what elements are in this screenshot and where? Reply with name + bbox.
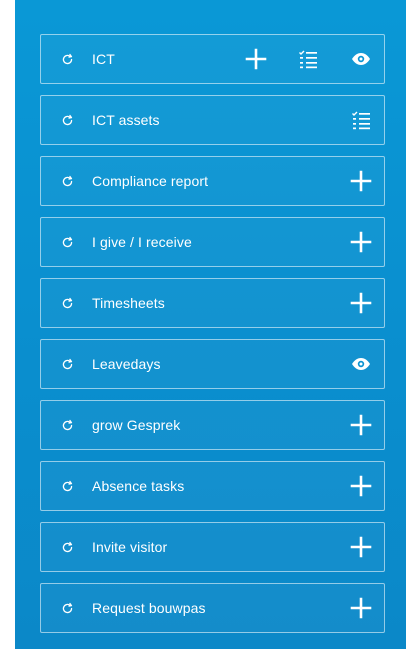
refresh-icon[interactable] (60, 357, 74, 371)
flow-tile-label: Invite visitor (92, 539, 168, 555)
refresh-icon[interactable] (60, 601, 74, 615)
flow-tile-ict[interactable]: ICT (40, 34, 385, 84)
plus-icon[interactable] (348, 534, 374, 560)
plus-icon[interactable] (348, 473, 374, 499)
plus-icon[interactable] (348, 595, 374, 621)
refresh-icon[interactable] (60, 479, 74, 493)
refresh-icon[interactable] (60, 113, 74, 127)
plus-icon[interactable] (348, 168, 374, 194)
flow-tile-label: Absence tasks (92, 478, 185, 494)
refresh-icon[interactable] (60, 235, 74, 249)
plus-icon[interactable] (348, 290, 374, 316)
refresh-icon[interactable] (60, 52, 74, 66)
flow-tile-i-give-i-receive[interactable]: I give / I receive (40, 217, 385, 267)
flow-tile-grow-gesprek[interactable]: grow Gesprek (40, 400, 385, 450)
flow-tile-compliance-report[interactable]: Compliance report (40, 156, 385, 206)
flow-tile-invite-visitor[interactable]: Invite visitor (40, 522, 385, 572)
refresh-icon[interactable] (60, 540, 74, 554)
flow-list-panel: ICT ICT assets Compliance report I give … (15, 0, 406, 649)
plus-icon[interactable] (348, 229, 374, 255)
checklist-icon[interactable] (295, 46, 321, 72)
plus-icon[interactable] (348, 412, 374, 438)
refresh-icon[interactable] (60, 418, 74, 432)
flow-tile-label: Compliance report (92, 173, 209, 189)
flow-tile-label: Timesheets (92, 295, 165, 311)
eye-icon[interactable] (348, 46, 374, 72)
flow-tile-absence-tasks[interactable]: Absence tasks (40, 461, 385, 511)
refresh-icon[interactable] (60, 174, 74, 188)
refresh-icon[interactable] (60, 296, 74, 310)
flow-tile-label: Request bouwpas (92, 600, 206, 616)
flow-tile-timesheets[interactable]: Timesheets (40, 278, 385, 328)
plus-icon[interactable] (243, 46, 269, 72)
flow-tile-label: ICT (92, 51, 115, 67)
flow-tile-request-bouwpas[interactable]: Request bouwpas (40, 583, 385, 633)
flow-tile-label: ICT assets (92, 112, 160, 128)
flow-tile-label: I give / I receive (92, 234, 192, 250)
eye-icon[interactable] (348, 351, 374, 377)
flow-tile-ict-assets[interactable]: ICT assets (40, 95, 385, 145)
flow-tile-leavedays[interactable]: Leavedays (40, 339, 385, 389)
flow-tile-label: Leavedays (92, 356, 161, 372)
checklist-icon[interactable] (348, 107, 374, 133)
flow-tile-label: grow Gesprek (92, 417, 181, 433)
